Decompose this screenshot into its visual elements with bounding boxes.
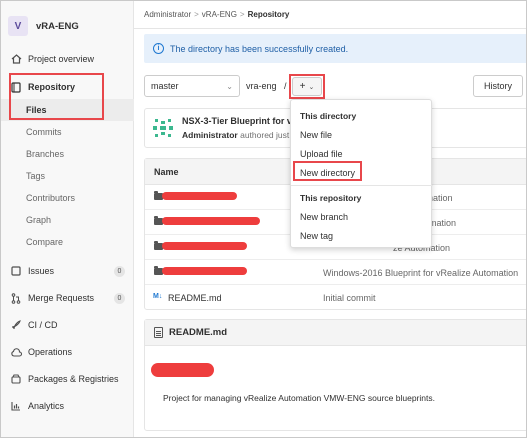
sidebar-item-merge-requests[interactable]: Merge Requests 0 — [1, 287, 134, 309]
commit-message[interactable]: Windows-2016 Blueprint for vRealize Auto… — [323, 268, 518, 278]
project-header[interactable]: V vRA-ENG — [8, 16, 79, 36]
sidebar-item-label: Merge Requests — [28, 293, 95, 303]
sidebar-item-packages-registries[interactable]: Packages & Registries — [1, 368, 134, 390]
merge-requests-count-badge: 0 — [114, 292, 125, 304]
commit-author[interactable]: Administrator — [182, 130, 238, 140]
sidebar-item-contributors[interactable]: Contributors — [1, 187, 134, 209]
sidebar-item-label: CI / CD — [28, 320, 58, 330]
sidebar-item-label: Branches — [26, 149, 65, 159]
readme-header: README.md — [145, 320, 526, 346]
project-avatar: V — [8, 16, 28, 36]
sidebar-item-compare[interactable]: Compare — [1, 231, 134, 253]
readme-title[interactable]: README.md — [169, 327, 227, 338]
breadcrumb-administrator[interactable]: Administrator — [144, 10, 191, 19]
rocket-icon — [10, 319, 22, 331]
menu-item-upload-file[interactable]: Upload file — [300, 149, 343, 159]
table-row[interactable]: M↓ README.md Initial commit — [145, 285, 526, 310]
sidebar-item-analytics[interactable]: Analytics — [1, 395, 134, 417]
cloud-icon — [10, 346, 22, 358]
header-divider — [134, 28, 526, 29]
menu-item-new-file[interactable]: New file — [300, 130, 332, 140]
sidebar-item-label: Analytics — [28, 401, 65, 411]
sidebar-item-label: Operations — [28, 347, 73, 357]
issues-icon — [10, 265, 22, 277]
sidebar-item-branches[interactable]: Branches — [1, 143, 134, 165]
commit-time: authored just n — [237, 130, 297, 140]
sidebar-item-ci-cd[interactable]: CI / CD — [1, 314, 134, 336]
markdown-icon: M↓ — [153, 293, 163, 300]
menu-item-new-branch[interactable]: New branch — [300, 212, 348, 222]
sidebar-item-tags[interactable]: Tags — [1, 165, 134, 187]
column-header-name: Name — [154, 167, 179, 177]
commit-meta: Administrator authored just n — [182, 130, 296, 140]
merge-request-icon — [10, 292, 22, 304]
history-button[interactable]: History — [473, 75, 523, 97]
commit-title[interactable]: NSX-3-Tier Blueprint for vRe — [182, 116, 303, 126]
sidebar-item-label: Issues — [28, 266, 55, 276]
sidebar-item-label: Packages & Registries — [28, 374, 119, 384]
file-text-icon — [154, 327, 163, 338]
redacted-folder-name — [162, 217, 260, 225]
breadcrumb-repository[interactable]: Repository — [248, 10, 290, 19]
sidebar-item-commits[interactable]: Commits — [1, 121, 134, 143]
chevron-down-icon: ⌄ — [226, 81, 233, 91]
info-icon: i — [153, 43, 164, 54]
highlight-box-plus — [289, 74, 325, 99]
redacted-folder-name — [162, 242, 247, 250]
project-name: vRA-ENG — [36, 20, 79, 32]
readme-panel: README.md Project for managing vRealize … — [144, 319, 526, 431]
sidebar-item-label: Graph — [26, 215, 52, 225]
highlight-box-repository — [9, 73, 104, 120]
package-icon — [10, 373, 22, 385]
table-row[interactable]: Windows-2016 Blueprint for vRealize Auto… — [145, 260, 526, 285]
dropdown-section-header: This directory — [300, 111, 357, 121]
sidebar-item-issues[interactable]: Issues 0 — [1, 260, 134, 282]
highlight-box-new-directory — [293, 161, 362, 181]
sidebar-item-label: Project overview — [28, 54, 95, 64]
sidebar-item-label: Contributors — [26, 193, 76, 203]
success-alert: i The directory has been successfully cr… — [144, 34, 526, 63]
app-window: V vRA-ENG Project overview Repository Fi… — [0, 0, 527, 438]
dropdown-divider — [291, 185, 433, 186]
sidebar-item-label: Commits — [26, 127, 62, 137]
readme-description: Project for managing vRealize Automation… — [163, 393, 435, 403]
sidebar-item-project-overview[interactable]: Project overview — [1, 48, 134, 70]
file-name[interactable]: README.md — [168, 293, 222, 303]
identicon-avatar — [152, 117, 174, 139]
sidebar-item-graph[interactable]: Graph — [1, 209, 134, 231]
redacted-folder-name — [162, 267, 247, 275]
issues-count-badge: 0 — [114, 265, 125, 277]
redacted-folder-name — [162, 192, 237, 200]
breadcrumb: Administrator > vRA-ENG > Repository — [144, 10, 289, 19]
sidebar: V vRA-ENG Project overview Repository Fi… — [1, 1, 134, 437]
menu-item-new-tag[interactable]: New tag — [300, 231, 333, 241]
chart-icon — [10, 400, 22, 412]
alert-text: The directory has been successfully crea… — [170, 43, 349, 54]
path-project-link[interactable]: vra-eng — [246, 81, 277, 91]
dropdown-section-header: This repository — [300, 193, 362, 203]
breadcrumb-project[interactable]: vRA-ENG — [202, 10, 237, 19]
house-icon — [10, 53, 22, 65]
sidebar-item-operations[interactable]: Operations — [1, 341, 134, 363]
commit-message[interactable]: Initial commit — [323, 293, 376, 303]
breadcrumb-separator: > — [194, 10, 199, 19]
branch-name: master — [151, 81, 179, 91]
sidebar-item-label: Tags — [26, 171, 46, 181]
branch-selector[interactable]: master ⌄ — [144, 75, 240, 97]
path-slash: / — [284, 81, 287, 91]
path-breadcrumb: vra-eng / — [246, 81, 287, 91]
sidebar-item-label: Compare — [26, 237, 64, 247]
redacted-heading — [151, 363, 214, 377]
breadcrumb-separator: > — [239, 10, 245, 19]
